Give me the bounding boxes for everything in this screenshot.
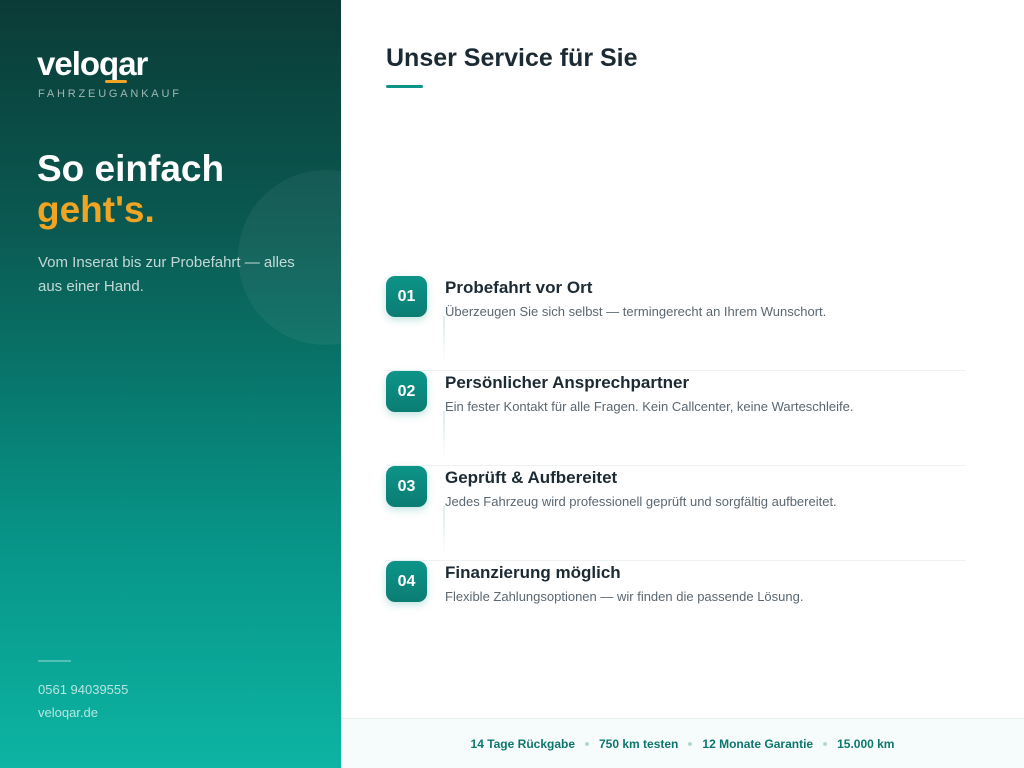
brand-logo: veloqar bbox=[37, 45, 148, 82]
left-panel: veloqar FAHRZEUGANKAUF So einfach geht's… bbox=[0, 0, 341, 768]
hero-headline-line2: geht's. bbox=[37, 189, 155, 230]
service-connector-line bbox=[443, 316, 445, 364]
service-number-badge: 02 bbox=[386, 371, 427, 412]
hero-headline-line1: So einfach bbox=[37, 148, 225, 189]
contact-phone[interactable]: 0561 94039555 bbox=[38, 682, 128, 697]
service-number-badge: 04 bbox=[386, 561, 427, 602]
logo-underline-accent bbox=[105, 80, 127, 83]
benefits-footer: 14 Tage Rückgabe 750 km testen 12 Monate… bbox=[341, 718, 1024, 768]
service-description: Überzeugen Sie sich selbst — termingerec… bbox=[445, 304, 827, 319]
service-description: Jedes Fahrzeug wird professionell geprüf… bbox=[445, 494, 837, 509]
service-number-badge: 01 bbox=[386, 276, 427, 317]
service-connector-line bbox=[443, 506, 445, 554]
service-item: 04 Finanzierung möglich Flexible Zahlung… bbox=[386, 561, 980, 656]
service-item: 03 Geprüft & Aufbereitet Jedes Fahrzeug … bbox=[386, 466, 980, 561]
service-title: Geprüft & Aufbereitet bbox=[445, 468, 618, 487]
service-item: 01 Probefahrt vor Ort Überzeugen Sie sic… bbox=[386, 276, 980, 371]
service-description: Flexible Zahlungsoptionen — wir finden d… bbox=[445, 589, 804, 604]
footer-benefit-test: 750 km testen bbox=[599, 736, 679, 751]
contact-divider bbox=[38, 660, 71, 662]
title-underline bbox=[386, 85, 423, 88]
footer-benefit-return: 14 Tage Rückgabe bbox=[470, 736, 575, 751]
service-number-badge: 03 bbox=[386, 466, 427, 507]
page-title: Unser Service für Sie bbox=[386, 44, 638, 72]
contact-website[interactable]: veloqar.de bbox=[38, 705, 98, 720]
service-title: Probefahrt vor Ort bbox=[445, 278, 593, 297]
hero-intro: Vom Inserat bis zur Probefahrt — alles a… bbox=[38, 254, 295, 295]
service-title: Persönlicher Ansprechpartner bbox=[445, 373, 690, 392]
footer-dot-separator bbox=[823, 741, 828, 746]
footer-dot-separator bbox=[688, 741, 693, 746]
brand-tagline: FAHRZEUGANKAUF bbox=[38, 88, 182, 100]
service-title: Finanzierung möglich bbox=[445, 563, 621, 582]
footer-benefit-warranty: 12 Monate Garantie bbox=[702, 736, 814, 751]
footer-benefit-mileage: 15.000 km bbox=[837, 736, 895, 751]
service-description: Ein fester Kontakt für alle Fragen. Kein… bbox=[445, 399, 854, 414]
service-list: 01 Probefahrt vor Ort Überzeugen Sie sic… bbox=[386, 276, 980, 656]
footer-dot-separator bbox=[585, 741, 589, 746]
service-connector-line bbox=[443, 411, 445, 459]
hero-headline: So einfach geht's. bbox=[37, 148, 224, 230]
service-item: 02 Persönlicher Ansprechpartner Ein fest… bbox=[386, 371, 980, 466]
